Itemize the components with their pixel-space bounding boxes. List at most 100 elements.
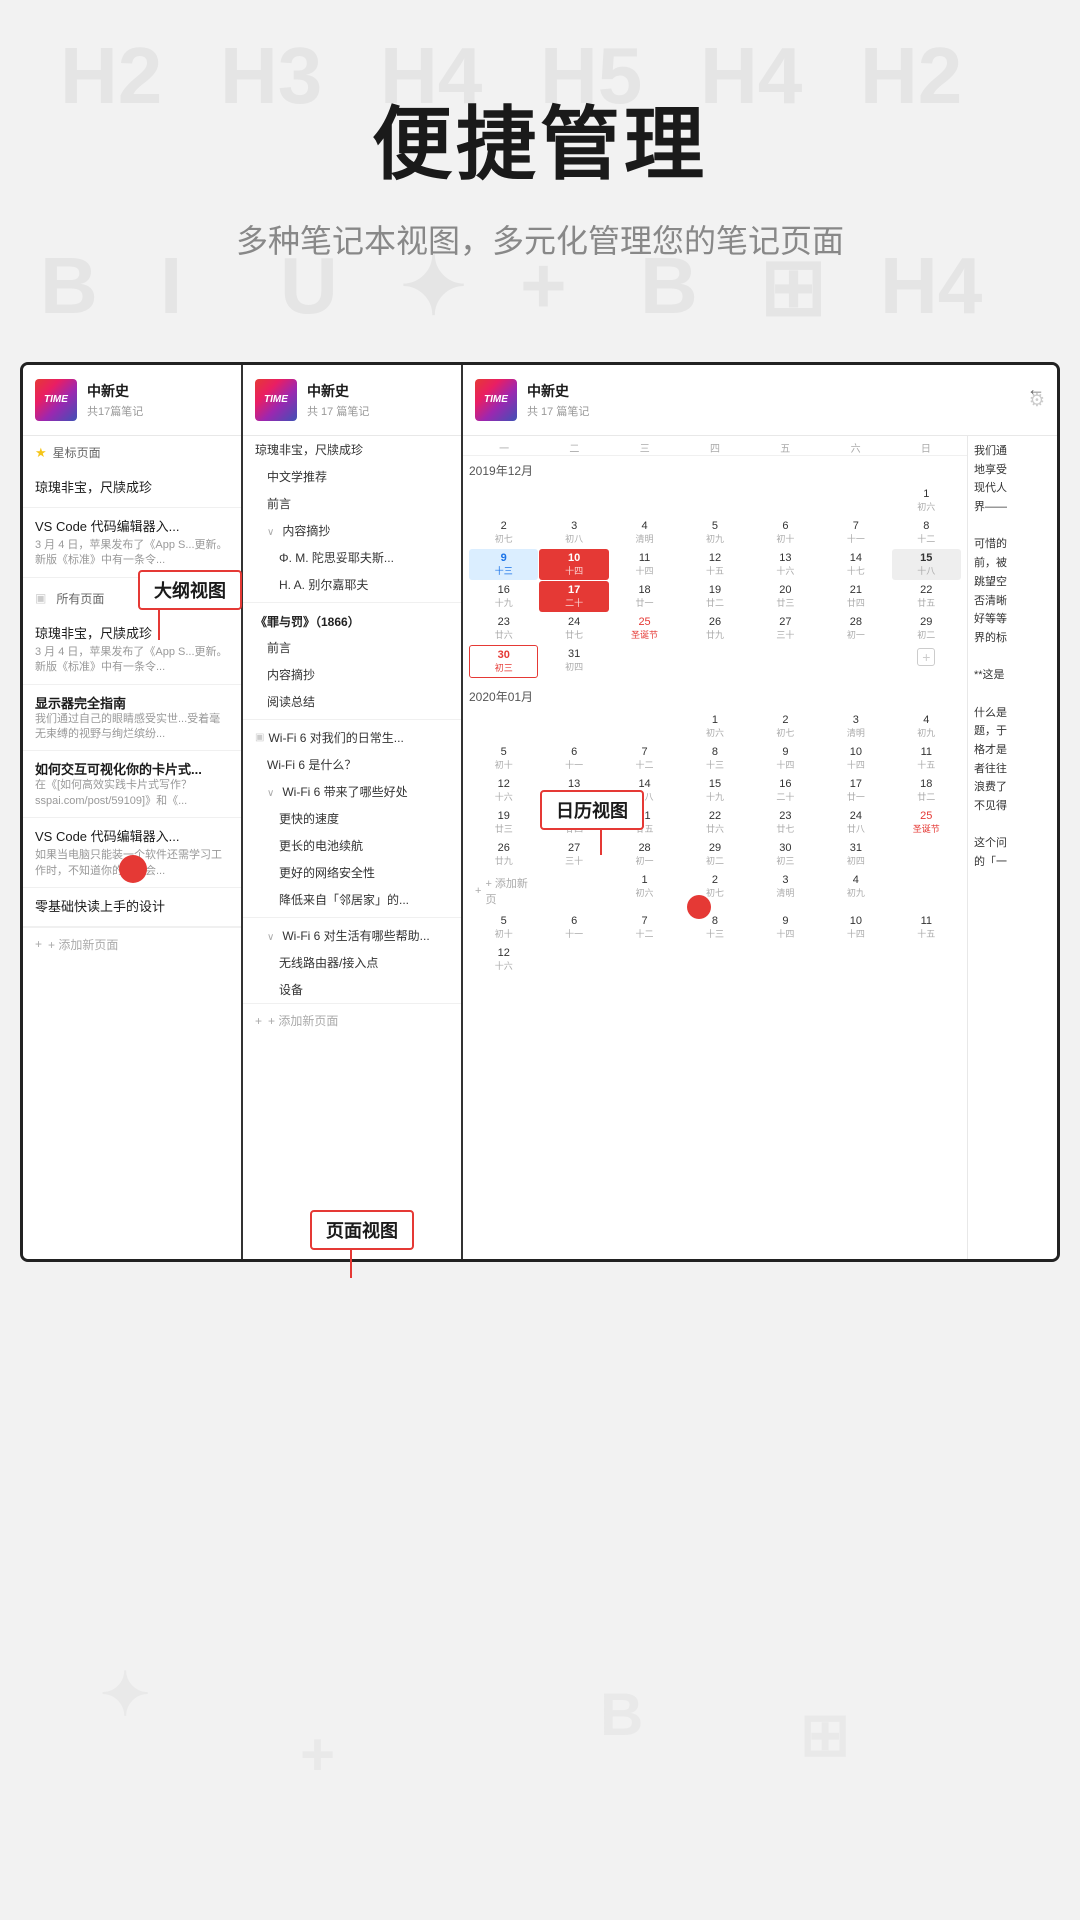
cal-day[interactable]: 31初四 bbox=[539, 645, 608, 678]
cal-day[interactable] bbox=[610, 485, 679, 516]
cal-day[interactable]: 3清明 bbox=[751, 871, 820, 911]
cal-day[interactable]: 15十九 bbox=[680, 775, 749, 806]
cal-day[interactable]: 9十四 bbox=[751, 912, 820, 943]
cal-day[interactable]: 1初六 bbox=[680, 711, 749, 742]
cal-day[interactable]: 10十四 bbox=[821, 743, 890, 774]
cal-day[interactable] bbox=[751, 485, 820, 516]
cal-day[interactable]: 1初六 bbox=[892, 485, 961, 516]
cal-day[interactable]: 6十一 bbox=[539, 912, 608, 943]
cal-day[interactable]: 8十三 bbox=[680, 743, 749, 774]
cal-day[interactable] bbox=[892, 871, 961, 911]
cal-day[interactable]: 2初七 bbox=[469, 517, 538, 548]
cal-day[interactable]: 17二十 bbox=[539, 581, 608, 612]
outline-item[interactable]: Φ. M. 陀思妥耶夫斯... bbox=[243, 544, 461, 571]
cal-day[interactable]: 3初八 bbox=[539, 517, 608, 548]
cal-day[interactable]: 22廿六 bbox=[680, 807, 749, 838]
cal-day-selected[interactable]: 10十四 bbox=[539, 549, 608, 580]
cal-day[interactable]: 18廿二 bbox=[892, 775, 961, 806]
cal-day[interactable]: 5初九 bbox=[680, 517, 749, 548]
list-item[interactable]: 如何交互可视化你的卡片式... 在《[如何高效实践卡片式写作？sspai.com… bbox=[23, 751, 241, 818]
cal-day[interactable]: 11十四 bbox=[610, 549, 679, 580]
outline-item[interactable]: ∨ 内容摘抄 bbox=[243, 517, 461, 544]
back-arrow[interactable]: ← bbox=[1027, 379, 1045, 400]
cal-day-30[interactable]: 30初三 bbox=[469, 645, 538, 678]
cal-day[interactable]: 29初二 bbox=[680, 839, 749, 870]
cal-day[interactable]: 15十八 bbox=[892, 549, 961, 580]
outline-item[interactable]: 设备 bbox=[243, 976, 461, 1003]
cal-day[interactable]: 5初十 bbox=[469, 743, 538, 774]
cal-day[interactable]: 6初十 bbox=[751, 517, 820, 548]
cal-day[interactable]: 19廿二 bbox=[680, 581, 749, 612]
cal-day[interactable] bbox=[751, 645, 820, 678]
cal-day[interactable]: 11十五 bbox=[892, 912, 961, 943]
outline-item[interactable]: 前言 bbox=[243, 634, 461, 661]
outline-item[interactable]: 阅读总结 bbox=[243, 688, 461, 715]
cal-day[interactable]: 8十三 bbox=[680, 912, 749, 943]
cal-day[interactable] bbox=[892, 839, 961, 870]
cal-day-today[interactable]: 9十三 bbox=[469, 549, 538, 580]
cal-day[interactable]: 26廿九 bbox=[469, 839, 538, 870]
cal-day[interactable] bbox=[821, 645, 890, 678]
cal-day[interactable]: 13十六 bbox=[751, 549, 820, 580]
cal-day[interactable] bbox=[680, 485, 749, 516]
cal-day[interactable]: 28初一 bbox=[821, 613, 890, 644]
outline-item[interactable]: 更长的电池续航 bbox=[243, 832, 461, 859]
cal-day[interactable]: 10十四 bbox=[821, 912, 890, 943]
cal-day[interactable]: 16二十 bbox=[751, 775, 820, 806]
cal-day[interactable]: 24廿八 bbox=[821, 807, 890, 838]
cal-day[interactable] bbox=[539, 711, 608, 742]
outline-item[interactable]: 琼瑰非宝，尺牍成珍 bbox=[243, 436, 461, 463]
list-item[interactable]: 零基础快读上手的设计 bbox=[23, 888, 241, 927]
list-item[interactable]: 琼瑰非宝，尺牍成珍 bbox=[23, 469, 241, 508]
cal-day[interactable]: 21廿四 bbox=[821, 581, 890, 612]
outline-item[interactable]: 更好的网络安全性 bbox=[243, 859, 461, 886]
cal-day[interactable]: 4清明 bbox=[610, 517, 679, 548]
cal-day[interactable] bbox=[680, 645, 749, 678]
cal-day[interactable] bbox=[610, 711, 679, 742]
cal-add-button[interactable]: + + 添加新页 bbox=[469, 871, 538, 911]
cal-day[interactable] bbox=[539, 871, 608, 911]
outline-item[interactable]: ∨ Wi-Fi 6 对生活有哪些帮助... bbox=[243, 922, 461, 949]
cal-day[interactable]: 12十五 bbox=[680, 549, 749, 580]
add-day-button[interactable]: + bbox=[917, 648, 935, 666]
cal-day[interactable]: + bbox=[892, 645, 961, 678]
cal-day[interactable]: 12十六 bbox=[469, 944, 538, 975]
cal-day[interactable] bbox=[469, 711, 538, 742]
outline-item[interactable]: 前言 bbox=[243, 490, 461, 517]
cal-day[interactable]: 2初七 bbox=[751, 711, 820, 742]
cal-day[interactable]: 7十二 bbox=[610, 743, 679, 774]
list-item[interactable]: VS Code 代码编辑器入... 3 月 4 日，苹果发布了《App S...… bbox=[23, 508, 241, 578]
outline-item[interactable]: 降低来自「邻居家」的... bbox=[243, 886, 461, 913]
cal-day[interactable]: 11十五 bbox=[892, 743, 961, 774]
cal-day[interactable]: 17廿一 bbox=[821, 775, 890, 806]
cal-day[interactable]: 22廿五 bbox=[892, 581, 961, 612]
outline-item[interactable]: 内容摘抄 bbox=[243, 661, 461, 688]
outline-item[interactable]: Wi-Fi 6 是什么？ bbox=[243, 751, 461, 778]
cal-day[interactable]: 26廿九 bbox=[680, 613, 749, 644]
cal-day[interactable]: 6十一 bbox=[539, 743, 608, 774]
cal-day[interactable]: 24廿七 bbox=[539, 613, 608, 644]
cal-day[interactable]: 5初十 bbox=[469, 912, 538, 943]
cal-day[interactable]: 23廿七 bbox=[751, 807, 820, 838]
wifi-title-row[interactable]: ▣ Wi-Fi 6 对我们的日常生... bbox=[243, 724, 461, 751]
cal-day[interactable]: 18廿一 bbox=[610, 581, 679, 612]
cal-day[interactable]: 1初六 bbox=[610, 871, 679, 911]
add-page-button[interactable]: + + 添加新页面 bbox=[23, 927, 241, 961]
cal-day[interactable]: 29初二 bbox=[892, 613, 961, 644]
cal-day[interactable]: 27三十 bbox=[751, 613, 820, 644]
cal-day[interactable]: 12十六 bbox=[469, 775, 538, 806]
cal-day[interactable]: 4初九 bbox=[892, 711, 961, 742]
outline-item[interactable]: 无线路由器/接入点 bbox=[243, 949, 461, 976]
cal-day[interactable]: 31初四 bbox=[821, 839, 890, 870]
cal-day[interactable]: 23廿六 bbox=[469, 613, 538, 644]
cal-day[interactable]: 9十四 bbox=[751, 743, 820, 774]
cal-day[interactable]: 3清明 bbox=[821, 711, 890, 742]
cal-day[interactable]: 4初九 bbox=[821, 871, 890, 911]
outline-item[interactable]: 更快的速度 bbox=[243, 805, 461, 832]
cal-day[interactable]: 20廿三 bbox=[751, 581, 820, 612]
cal-day[interactable]: 7十一 bbox=[821, 517, 890, 548]
cal-day[interactable] bbox=[821, 485, 890, 516]
cal-day[interactable]: 14十七 bbox=[821, 549, 890, 580]
cal-day[interactable] bbox=[469, 485, 538, 516]
outline-item[interactable]: ∨ Wi-Fi 6 带来了哪些好处 bbox=[243, 778, 461, 805]
